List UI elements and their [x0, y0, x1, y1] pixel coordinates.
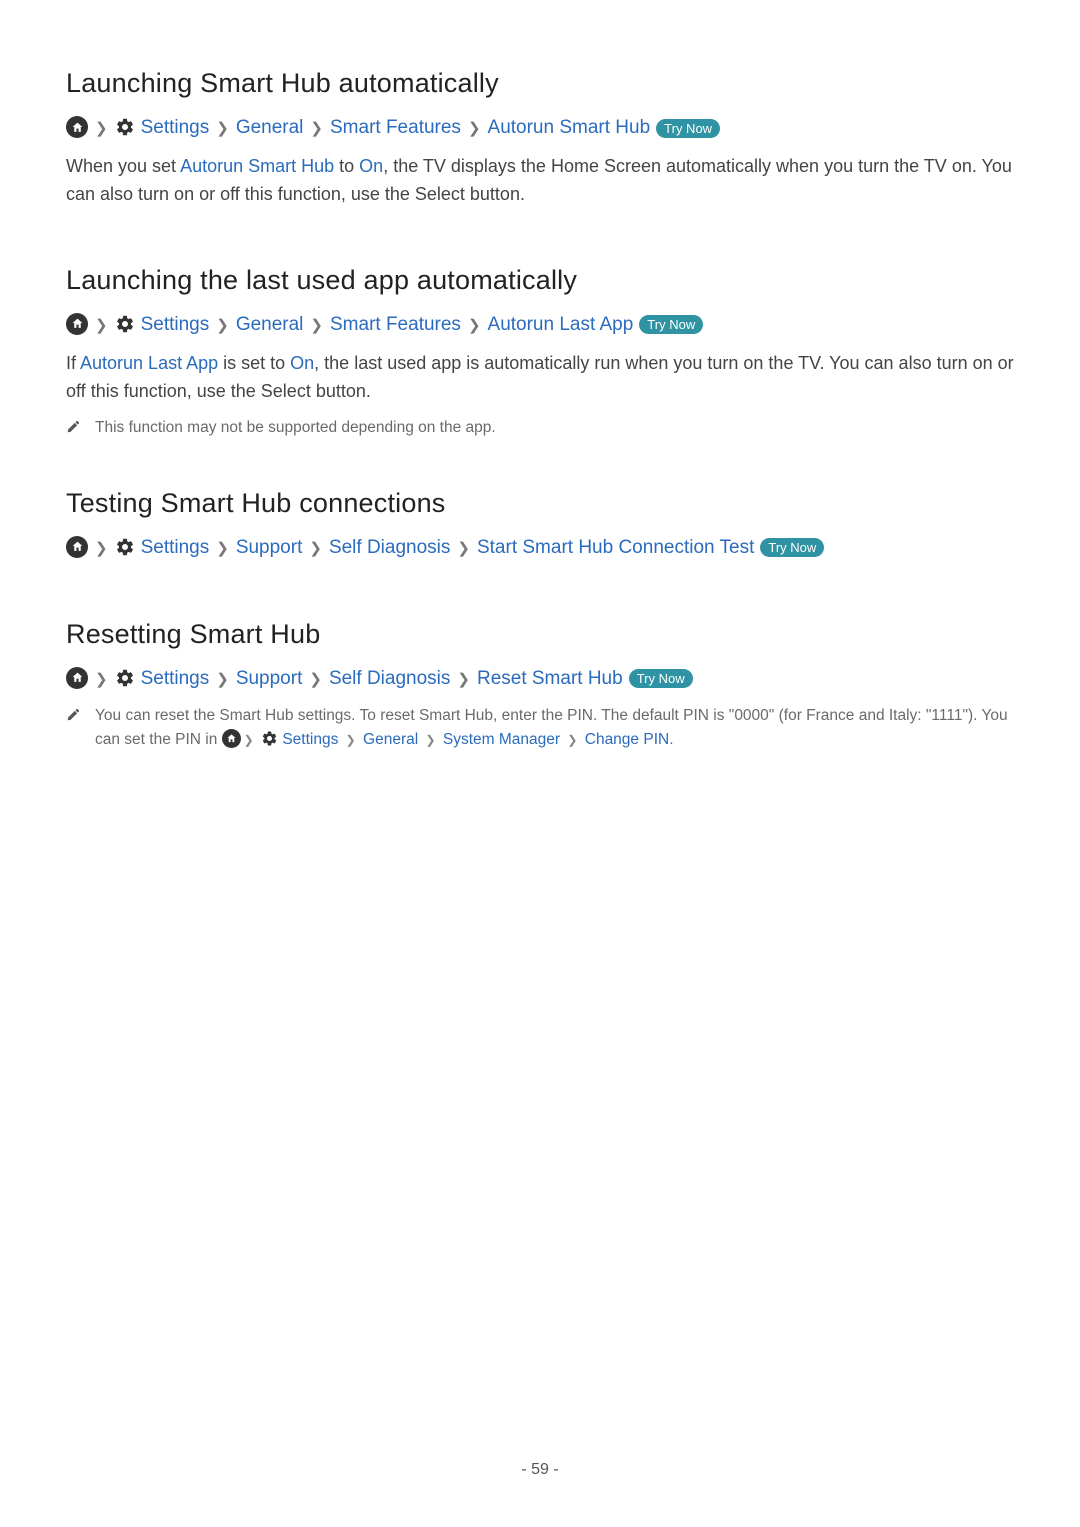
breadcrumb-general[interactable]: General: [236, 117, 304, 139]
paragraph: If Autorun Last App is set to On, the la…: [66, 350, 1014, 406]
chevron-right-icon: ❯: [309, 119, 324, 137]
breadcrumb-settings[interactable]: Settings: [282, 731, 338, 748]
inline-link-on[interactable]: On: [359, 156, 383, 176]
text: .: [669, 731, 673, 748]
inline-link-autorun-smart-hub[interactable]: Autorun Smart Hub: [180, 156, 334, 176]
chevron-right-icon: ❯: [215, 670, 230, 688]
chevron-right-icon: ❯: [423, 733, 439, 747]
gear-icon: [261, 730, 278, 747]
note: You can reset the Smart Hub settings. To…: [66, 704, 1014, 752]
section-title-autorun-smart-hub: Launching Smart Hub automatically: [66, 68, 1014, 99]
chevron-right-icon: ❯: [564, 733, 580, 747]
breadcrumb-connection-test[interactable]: Start Smart Hub Connection Test: [477, 537, 754, 559]
gear-icon: [115, 314, 135, 334]
chevron-right-icon: ❯: [215, 119, 230, 137]
section-title-testing-connections: Testing Smart Hub connections: [66, 488, 1014, 519]
page-number: - 59 -: [0, 1461, 1080, 1479]
inline-breadcrumb-change-pin: ❯ Settings ❯ General ❯ System Manager ❯ …: [222, 731, 670, 748]
document-page: Launching Smart Hub automatically ❯ Sett…: [0, 0, 1080, 1527]
breadcrumb-settings[interactable]: Settings: [141, 117, 210, 139]
breadcrumb-autorun-smart-hub: ❯ Settings ❯ General ❯ Smart Features ❯ …: [66, 117, 1014, 139]
section-title-autorun-last-app: Launching the last used app automaticall…: [66, 265, 1014, 296]
breadcrumb-smart-features[interactable]: Smart Features: [330, 117, 461, 139]
text: When you set: [66, 156, 180, 176]
section-title-resetting-smart-hub: Resetting Smart Hub: [66, 619, 1014, 650]
chevron-right-icon: ❯: [309, 316, 324, 334]
chevron-right-icon: ❯: [215, 316, 230, 334]
breadcrumb-connection-test: ❯ Settings ❯ Support ❯ Self Diagnosis ❯ …: [66, 537, 1014, 559]
breadcrumb-general[interactable]: General: [363, 731, 418, 748]
gear-icon: [115, 117, 135, 137]
chevron-right-icon: ❯: [94, 670, 109, 688]
breadcrumb-system-manager[interactable]: System Manager: [443, 731, 560, 748]
try-now-badge[interactable]: Try Now: [656, 119, 720, 138]
breadcrumb-self-diagnosis[interactable]: Self Diagnosis: [329, 537, 450, 559]
paragraph: When you set Autorun Smart Hub to On, th…: [66, 153, 1014, 209]
note-text: This function may not be supported depen…: [95, 416, 496, 440]
chevron-right-icon: ❯: [456, 670, 471, 688]
breadcrumb-general[interactable]: General: [236, 314, 304, 336]
breadcrumb-reset-smart-hub: ❯ Settings ❯ Support ❯ Self Diagnosis ❯ …: [66, 668, 1014, 690]
chevron-right-icon: ❯: [94, 316, 109, 334]
chevron-right-icon: ❯: [94, 119, 109, 137]
home-icon: [66, 313, 88, 335]
breadcrumb-autorun-last-app: ❯ Settings ❯ General ❯ Smart Features ❯ …: [66, 314, 1014, 336]
gear-icon: [115, 668, 135, 688]
home-icon: [66, 116, 88, 138]
home-icon: [222, 729, 241, 748]
breadcrumb-support[interactable]: Support: [236, 537, 303, 559]
gear-icon: [115, 537, 135, 557]
chevron-right-icon: ❯: [215, 539, 230, 557]
inline-link-autorun-last-app[interactable]: Autorun Last App: [80, 353, 218, 373]
chevron-right-icon: ❯: [467, 119, 482, 137]
try-now-badge[interactable]: Try Now: [639, 315, 703, 334]
pencil-icon: [66, 706, 81, 730]
breadcrumb-autorun-smart-hub[interactable]: Autorun Smart Hub: [488, 117, 651, 139]
chevron-right-icon: ❯: [241, 733, 257, 747]
breadcrumb-settings[interactable]: Settings: [141, 668, 210, 690]
chevron-right-icon: ❯: [94, 539, 109, 557]
chevron-right-icon: ❯: [456, 539, 471, 557]
breadcrumb-settings[interactable]: Settings: [141, 537, 210, 559]
text: to: [334, 156, 359, 176]
breadcrumb-change-pin[interactable]: Change PIN: [585, 731, 669, 748]
note: This function may not be supported depen…: [66, 416, 1014, 442]
breadcrumb-smart-features[interactable]: Smart Features: [330, 314, 461, 336]
breadcrumb-autorun-last-app[interactable]: Autorun Last App: [488, 314, 634, 336]
chevron-right-icon: ❯: [308, 539, 323, 557]
chevron-right-icon: ❯: [467, 316, 482, 334]
note-text: You can reset the Smart Hub settings. To…: [95, 704, 1014, 752]
try-now-badge[interactable]: Try Now: [760, 538, 824, 557]
breadcrumb-reset-smart-hub[interactable]: Reset Smart Hub: [477, 668, 623, 690]
chevron-right-icon: ❯: [343, 733, 359, 747]
home-icon: [66, 667, 88, 689]
inline-link-on[interactable]: On: [290, 353, 314, 373]
text: If: [66, 353, 80, 373]
pencil-icon: [66, 418, 81, 442]
breadcrumb-settings[interactable]: Settings: [141, 314, 210, 336]
chevron-right-icon: ❯: [308, 670, 323, 688]
breadcrumb-support[interactable]: Support: [236, 668, 303, 690]
text: is set to: [218, 353, 290, 373]
home-icon: [66, 536, 88, 558]
try-now-badge[interactable]: Try Now: [629, 669, 693, 688]
breadcrumb-self-diagnosis[interactable]: Self Diagnosis: [329, 668, 450, 690]
